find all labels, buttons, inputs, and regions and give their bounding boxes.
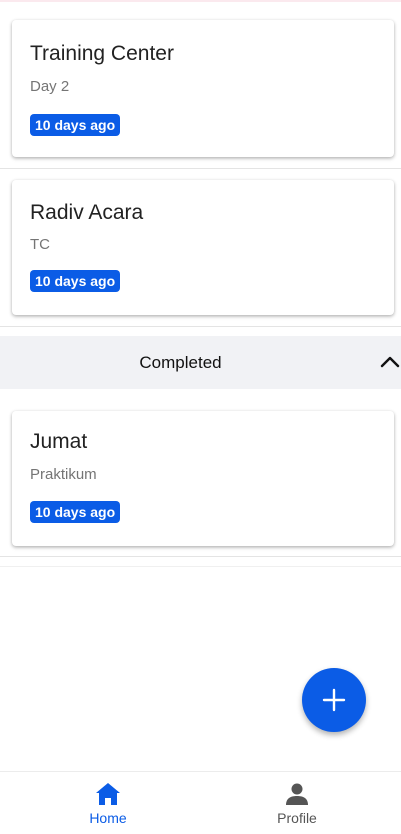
home-icon xyxy=(96,783,120,805)
section-title: Completed xyxy=(139,353,222,372)
task-title: Jumat xyxy=(30,430,88,453)
task-title: Training Center xyxy=(30,42,174,65)
nav-home-label: Home xyxy=(89,810,127,826)
plus-icon xyxy=(322,688,346,712)
task-subtitle: Praktikum xyxy=(30,466,97,483)
task-title: Radiv Acara xyxy=(30,201,144,224)
task-card[interactable]: Training Center Day 2 10 days ago xyxy=(12,20,394,157)
divider xyxy=(0,566,401,567)
chevron-up-icon[interactable] xyxy=(380,355,400,369)
time-badge: 10 days ago xyxy=(30,501,121,523)
add-task-button[interactable] xyxy=(302,668,366,732)
task-subtitle: TC xyxy=(30,236,50,253)
divider xyxy=(0,556,401,557)
nav-profile[interactable]: Profile xyxy=(197,772,397,834)
divider xyxy=(0,326,401,327)
time-badge: 10 days ago xyxy=(30,114,121,136)
completed-section-header[interactable]: Completed xyxy=(0,336,401,389)
task-card[interactable]: Radiv Acara TC 10 days ago xyxy=(12,180,394,315)
nav-home[interactable]: Home xyxy=(8,772,208,834)
task-subtitle: Day 2 xyxy=(30,78,70,95)
person-icon xyxy=(286,783,308,805)
nav-profile-label: Profile xyxy=(277,810,317,826)
bottom-navigation: Home Profile xyxy=(0,771,401,834)
app-screen: Training Center Day 2 10 days ago Radiv … xyxy=(0,0,401,834)
divider xyxy=(0,168,401,169)
time-badge: 10 days ago xyxy=(30,270,121,292)
top-accent-bar xyxy=(0,0,401,2)
task-card[interactable]: Jumat Praktikum 10 days ago xyxy=(12,411,394,546)
